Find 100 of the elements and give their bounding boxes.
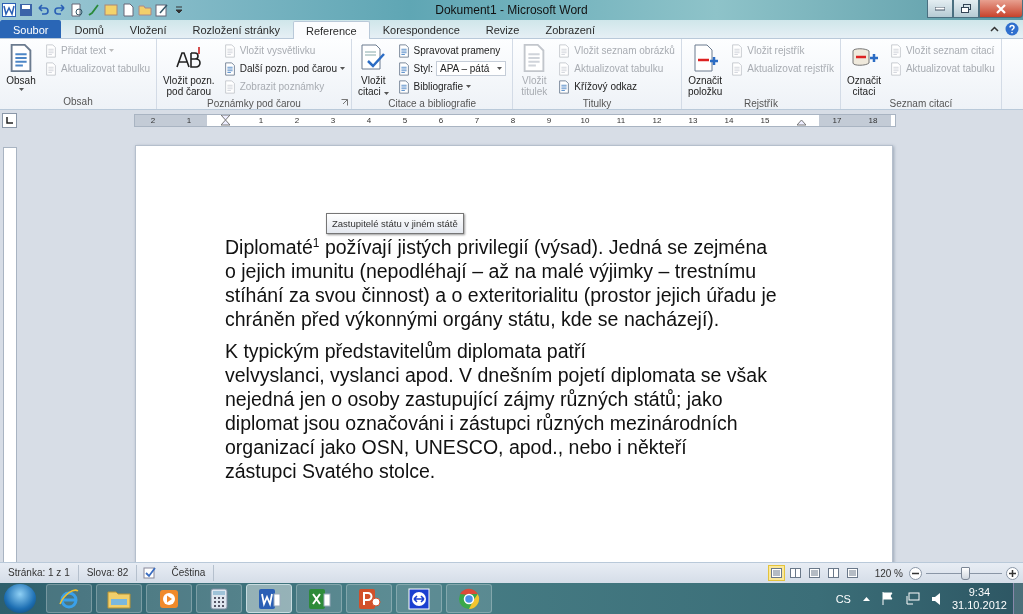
taskbar-button[interactable]	[246, 584, 292, 613]
clock[interactable]: 9:34 31.10.2012	[951, 585, 1007, 612]
zoom-out-button[interactable]	[909, 566, 922, 580]
ribbon-button[interactable]: Vložit pozn. pod čarou	[160, 41, 217, 97]
ribbon-tab[interactable]: Revize	[472, 20, 533, 38]
paragraph: K typickým představitelům diplomata patří velvyslanci, vyslanci apod. V dnešním pojetí diplomata se však nejedná jen o osoby zastupující zájmy různých států; jako diplomat jsou označováni i zástupci různých mezinárodních organizací jako OSN, UNESCO, apod., nebo i někteří zástupci Svatého stolce.	[225, 339, 768, 483]
ruler-number: 9	[545, 114, 553, 126]
group-label: Rejstřík	[744, 97, 778, 111]
language-indicator[interactable]: Čeština	[163, 565, 215, 581]
document-icon	[44, 43, 58, 58]
ribbon-tab[interactable]: Domů	[61, 20, 117, 38]
document-icon	[396, 61, 411, 76]
ruler-number: 14	[723, 114, 735, 126]
style-dropdown[interactable]: APA – pátá	[435, 61, 507, 76]
ribbon-button[interactable]: Označit položku	[685, 41, 725, 97]
indent-marker-icon[interactable]	[220, 114, 230, 126]
volume-icon[interactable]	[931, 592, 940, 605]
ribbon-tab[interactable]: Reference	[292, 21, 370, 39]
paragraph: Diplomaté$^{1}$ požívají jistých privilegií (výsad). Jedná se zejména o jejich imunitu (nepodléhají – až na malé výjimky – trestnímu stíhání za svou činnost) a o exteritorialitu (prostor jejich úřadu je chráněn před výkonnými orgány státu, kde se nacházejí).	[225, 235, 778, 331]
ruler-number: 3	[329, 114, 337, 126]
time: 9:34	[968, 585, 991, 599]
ribbon-button[interactable]: Spravovat prameny	[394, 42, 509, 59]
edit-icon[interactable]	[155, 3, 169, 17]
save-icon[interactable]	[19, 3, 33, 17]
minimize-icon	[935, 6, 945, 11]
help-icon[interactable]	[1005, 22, 1019, 36]
page-view-icon	[770, 568, 782, 578]
ribbon-button[interactable]: Křížový odkaz	[555, 78, 677, 95]
ribbon-button[interactable]: Další pozn. pod čarou	[220, 60, 347, 77]
page-count[interactable]: Stránka: 1 z 1	[0, 565, 79, 581]
ruler-number: 7	[473, 114, 481, 126]
close-button[interactable]	[979, 0, 1023, 18]
ruler-number: 2	[293, 114, 301, 126]
collapse-ribbon-icon[interactable]	[990, 26, 999, 32]
ribbon-button[interactable]: Obsah	[4, 41, 38, 95]
show-hidden-icons[interactable]	[862, 596, 870, 601]
zoom-level[interactable]: 120 %	[874, 567, 903, 579]
close-icon	[996, 3, 1006, 14]
zoom-slider-thumb[interactable]	[961, 566, 970, 580]
plus-icon	[1009, 569, 1016, 577]
input-language[interactable]: CS	[835, 592, 851, 605]
ribbon-tab[interactable]: Zobrazení	[532, 20, 608, 38]
presentation-icon	[357, 587, 381, 610]
calculator-icon	[210, 587, 228, 610]
ruler-number: 4	[365, 114, 373, 126]
new-document-icon[interactable]	[121, 3, 135, 17]
ruler-number: 2	[149, 114, 157, 126]
proofing-icon[interactable]	[143, 566, 158, 580]
document-icon	[888, 43, 903, 58]
document-icon	[44, 61, 58, 76]
file-tab[interactable]: Soubor	[0, 20, 62, 38]
app-icon[interactable]	[2, 3, 16, 17]
document-icon	[222, 43, 237, 58]
arrows-icon	[408, 587, 430, 610]
style-label: Styl:	[413, 63, 433, 74]
view-button[interactable]	[767, 565, 785, 581]
play-icon	[159, 588, 179, 609]
minimize-button[interactable]	[927, 0, 953, 18]
page-view-icon	[808, 568, 820, 578]
page-view-icon	[846, 568, 858, 578]
ribbon-button[interactable]: Označit citaci	[845, 41, 883, 97]
document-icon	[557, 61, 572, 76]
dialog-launcher-icon[interactable]	[340, 99, 348, 106]
document-icon	[557, 79, 572, 94]
window-title: Dokument1 - Microsoft Word	[435, 3, 588, 17]
ruler-number: 8	[509, 114, 517, 126]
flag-icon[interactable]	[881, 592, 894, 605]
word-count[interactable]: Slova: 82	[78, 565, 138, 581]
restore-icon	[961, 4, 971, 13]
ruler-number: 5	[401, 114, 409, 126]
spreadsheet-icon	[307, 587, 331, 610]
group-label: Seznam citací	[889, 97, 953, 111]
ruler-number: 11	[615, 114, 627, 126]
redo-icon[interactable]	[53, 3, 67, 17]
ruler-number: 6	[437, 114, 445, 126]
tab-stop-selector[interactable]	[2, 112, 17, 128]
document-icon	[730, 61, 745, 76]
ribbon-tab[interactable]: Korespondence	[369, 20, 473, 38]
ruler-number: 15	[759, 114, 771, 126]
preview-icon[interactable]	[70, 3, 84, 17]
undo-icon[interactable]	[36, 3, 50, 17]
document-icon	[557, 43, 572, 58]
browser-icon	[458, 587, 480, 610]
ribbon-tab[interactable]: Rozložení stránky	[179, 20, 293, 38]
document-icon	[888, 61, 903, 76]
ribbon-button[interactable]: Bibliografie	[394, 78, 509, 95]
document-icon	[222, 79, 237, 94]
group-label: Citace a bibliografie	[388, 97, 476, 111]
browser-icon	[58, 587, 80, 610]
document-icon	[730, 43, 745, 58]
restore-button[interactable]	[953, 0, 979, 18]
network-icon[interactable]	[905, 592, 920, 605]
ruler-number: 10	[579, 114, 591, 126]
start-button[interactable]	[4, 584, 36, 613]
footnote-tooltip: Zastupitelé státu v jiném státě	[326, 213, 464, 234]
word-icon	[257, 587, 281, 610]
zoom-in-button[interactable]	[1006, 566, 1019, 580]
ribbon-tab[interactable]: Vložení	[116, 20, 180, 38]
ruler-number: 13	[687, 114, 699, 126]
ribbon-button[interactable]: Vložit citaci	[355, 41, 391, 97]
